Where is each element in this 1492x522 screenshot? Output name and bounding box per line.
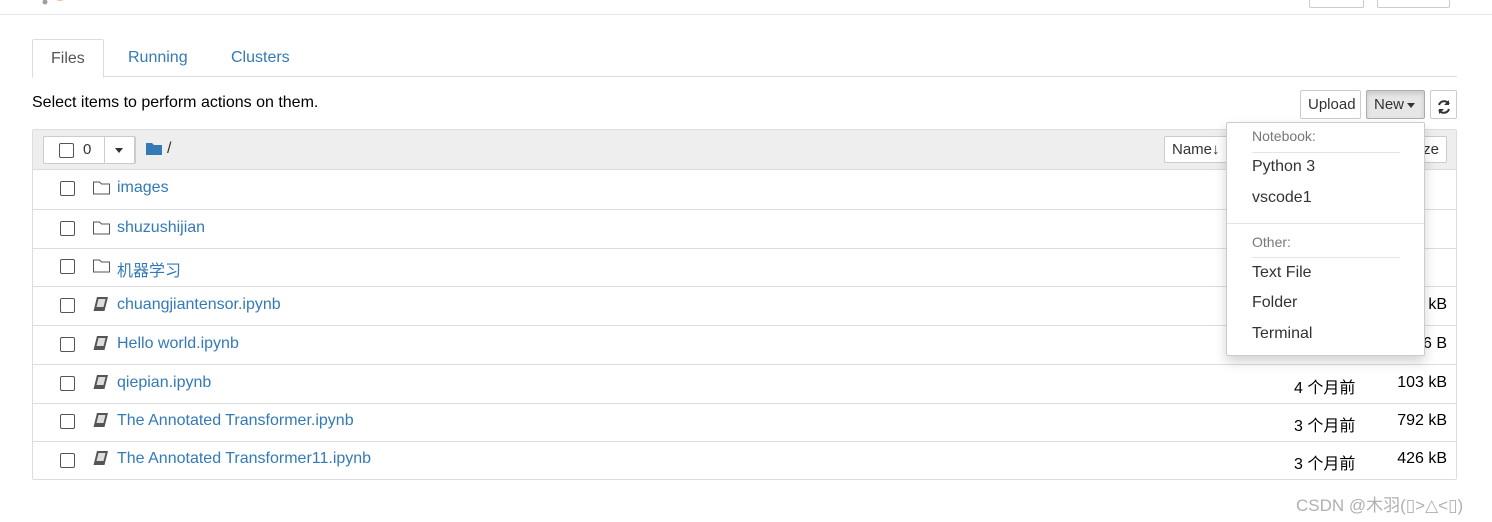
folder-outline-icon [93, 181, 110, 200]
row-checkbox[interactable] [60, 221, 75, 236]
item-size: 103 kB [1397, 374, 1447, 391]
quit-button[interactable] [1309, 0, 1364, 8]
item-size: 6 B [1422, 335, 1447, 352]
menu-header-notebook: Notebook: [1252, 128, 1316, 144]
size-sort-label: ze [1423, 141, 1439, 158]
new-button[interactable]: New [1366, 90, 1425, 119]
list-item[interactable]: The Annotated Transformer11.ipynb 3 个月前 … [33, 441, 1456, 480]
folder-outline-icon [93, 221, 110, 240]
caret-down-icon [115, 148, 123, 153]
item-size: 426 kB [1397, 450, 1447, 467]
row-checkbox[interactable] [60, 181, 75, 196]
new-label: New [1374, 96, 1405, 113]
item-name[interactable]: qiepian.ipynb [117, 374, 211, 392]
menu-divider [1252, 257, 1400, 258]
selection-hint: Select items to perform actions on them. [32, 94, 319, 111]
folder-outline-icon [93, 259, 110, 278]
list-item[interactable]: The Annotated Transformer.ipynb 3 个月前 79… [33, 403, 1456, 442]
arrow-down-icon: ↓ [1212, 141, 1220, 158]
item-name[interactable]: The Annotated Transformer11.ipynb [117, 450, 371, 468]
row-checkbox[interactable] [60, 453, 75, 468]
new-dropdown-menu: Notebook: Python 3 vscode1 Other: Text F… [1226, 122, 1425, 356]
notebook-icon [93, 375, 108, 395]
item-name[interactable]: chuangjiantensor.ipynb [117, 296, 281, 314]
row-checkbox[interactable] [60, 298, 75, 313]
row-checkbox[interactable] [60, 414, 75, 429]
caret-down-icon [1407, 102, 1416, 108]
menu-item-terminal[interactable]: Terminal [1252, 325, 1312, 343]
row-checkbox[interactable] [60, 259, 75, 274]
item-name[interactable]: images [117, 179, 169, 197]
notebook-icon [93, 413, 108, 433]
item-size: kB [1428, 296, 1447, 313]
menu-separator [1227, 223, 1424, 224]
watermark: CSDN @木羽(▯>△<▯) [1296, 496, 1464, 515]
breadcrumb-root[interactable]: / [167, 140, 171, 158]
list-item[interactable]: qiepian.ipynb 4 个月前 103 kB [33, 364, 1456, 403]
notebook-icon [93, 297, 108, 317]
refresh-icon [1436, 97, 1452, 124]
top-navbar [0, 0, 1492, 15]
menu-item-text-file[interactable]: Text File [1252, 264, 1312, 282]
select-all-checkbox[interactable] [59, 143, 74, 158]
item-name[interactable]: The Annotated Transformer.ipynb [117, 412, 354, 430]
tab-files[interactable]: Files [32, 39, 104, 78]
sort-by-name-button[interactable]: Name↓ [1164, 136, 1230, 163]
item-modified: 3 个月前 [1294, 418, 1356, 435]
item-modified: 4 个月前 [1294, 380, 1356, 397]
item-name[interactable]: 机器学习 [117, 257, 181, 281]
row-checkbox[interactable] [60, 376, 75, 391]
notebook-icon [93, 336, 108, 356]
upload-label: Upload [1308, 96, 1356, 113]
item-size: 792 kB [1397, 412, 1447, 429]
item-name[interactable]: shuzushijian [117, 219, 205, 237]
jupyter-logo[interactable] [36, 0, 136, 11]
menu-item-folder[interactable]: Folder [1252, 294, 1297, 312]
refresh-button[interactable] [1430, 90, 1457, 119]
menu-divider [1252, 152, 1400, 153]
main-tabs: Files Running Clusters [32, 39, 1457, 78]
upload-button[interactable]: Upload [1300, 90, 1361, 119]
folder-icon[interactable] [146, 142, 162, 160]
menu-header-other: Other: [1252, 234, 1291, 250]
select-dropdown-button[interactable] [104, 136, 135, 164]
selected-count: 0 [83, 141, 92, 158]
row-checkbox[interactable] [60, 337, 75, 352]
tab-clusters[interactable]: Clusters [213, 39, 308, 77]
sort-name-label: Name [1172, 141, 1213, 158]
notebook-icon [93, 451, 108, 471]
logout-button[interactable] [1377, 0, 1450, 8]
menu-item-vscode1[interactable]: vscode1 [1252, 189, 1312, 207]
menu-item-python3[interactable]: Python 3 [1252, 158, 1315, 176]
tab-running[interactable]: Running [110, 39, 206, 77]
item-modified: 3 个月前 [1294, 456, 1356, 473]
item-name[interactable]: Hello world.ipynb [117, 335, 239, 353]
